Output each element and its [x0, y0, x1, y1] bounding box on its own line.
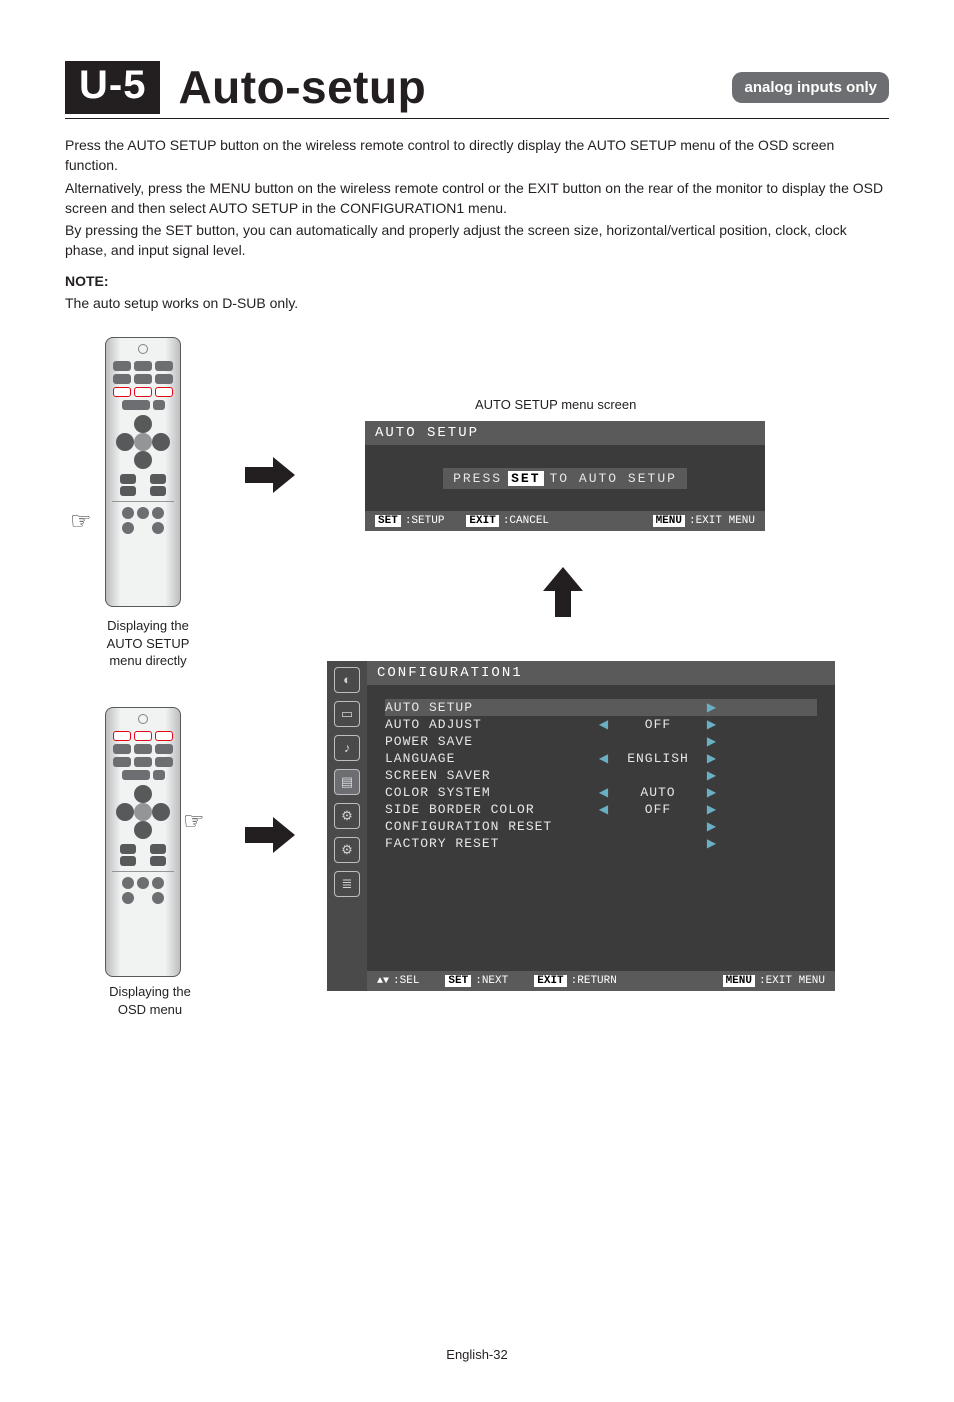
osd-conf-row-label: AUTO SETUP [385, 700, 595, 715]
remote-ir-window [138, 714, 148, 724]
osd-conf-row: POWER SAVE ▶ [385, 733, 817, 750]
osd-conf-row: SIDE BORDER COLOR◀OFF▶ [385, 801, 817, 818]
body-text: Press the AUTO SETUP button on the wirel… [65, 135, 889, 313]
press-prefix: PRESS [453, 471, 502, 486]
side-icon-config2: ⚙ [334, 803, 360, 829]
osd-conf-row: CONFIGURATION RESET ▶ [385, 818, 817, 835]
hand-pointer-icon: ☜ [70, 507, 92, 536]
set-chip: SET [375, 515, 401, 527]
osd-conf-row: COLOR SYSTEM◀AUTO▶ [385, 784, 817, 801]
remote-dpad [116, 785, 170, 839]
arrow-right-icon [245, 457, 295, 493]
osd-conf-row-label: LANGUAGE [385, 751, 595, 766]
triangle-left-icon: ◀ [595, 785, 613, 800]
osd-conf-row-label: POWER SAVE [385, 734, 595, 749]
osd-conf-row-value: AUTO [613, 785, 703, 800]
note-body: The auto setup works on D-SUB only. [65, 293, 889, 313]
auto-setup-caption: AUTO SETUP menu screen [475, 397, 636, 412]
menu-label: :EXIT MENU [689, 515, 755, 527]
foot-set-chip: SET [445, 975, 471, 987]
set-label: :SETUP [405, 515, 445, 527]
osd-conf-row: AUTO ADJUST◀OFF▶ [385, 716, 817, 733]
foot-menu-label: :EXIT MENU [759, 975, 825, 987]
side-icon-advanced: ≣ [334, 871, 360, 897]
press-suffix: TO AUTO SETUP [550, 471, 677, 486]
side-icon-picture: ◐ [334, 667, 360, 693]
triangle-left-icon: ◀ [595, 802, 613, 817]
triangle-right-icon: ▶ [703, 819, 721, 834]
foot-exit-label: :RETURN [571, 975, 617, 987]
triangle-right-icon: ▶ [703, 700, 721, 715]
osd-conf-row: SCREEN SAVER ▶ [385, 767, 817, 784]
osd-auto-titlebar: AUTO SETUP [365, 421, 765, 445]
foot-sel: :SEL [393, 975, 419, 987]
section-code-badge: U-5 [65, 61, 160, 114]
arrow-up-icon [543, 567, 583, 617]
figure-area: ☜ Displaying the AUTO SETUP menu directl… [65, 347, 885, 1047]
foot-menu-chip: MENU [723, 975, 755, 987]
triangle-left-icon: ◀ [595, 751, 613, 766]
foot-exit-chip: EXIT [534, 975, 566, 987]
triangle-right-icon: ▶ [703, 734, 721, 749]
remote-top [105, 337, 181, 607]
osd-conf-row-value: OFF [613, 802, 703, 817]
osd-conf-titlebar: CONFIGURATION1 [367, 661, 835, 685]
triangle-right-icon: ▶ [703, 802, 721, 817]
side-icon-config1: ▤ [334, 769, 360, 795]
osd-conf-row-label: FACTORY RESET [385, 836, 595, 851]
arrow-right-icon [245, 817, 295, 853]
remote-bottom [105, 707, 181, 977]
osd-conf-row-value: OFF [613, 717, 703, 732]
osd-side-icons: ◐ ▭ ♪ ▤ ⚙ ⚙ ≣ [327, 661, 367, 991]
side-icon-audio: ♪ [334, 735, 360, 761]
analog-only-pill: analog inputs only [732, 72, 889, 103]
menu-chip: MENU [653, 515, 685, 527]
osd-conf-row-label: CONFIGURATION RESET [385, 819, 595, 834]
page-header: U-5 Auto-setup analog inputs only [65, 60, 889, 119]
remote-dpad [116, 415, 170, 469]
side-icon-config3: ⚙ [334, 837, 360, 863]
osd-conf-footer: ▲▼:SEL SET:NEXT EXIT:RETURN MENU:EXIT ME… [367, 971, 835, 991]
triangle-right-icon: ▶ [703, 751, 721, 766]
osd-auto-footer: SET :SETUP EXIT :CANCEL MENU :EXIT MENU [365, 511, 765, 531]
remote-top-caption: Displaying the AUTO SETUP menu directly [93, 617, 203, 670]
osd-conf-row: FACTORY RESET ▶ [385, 835, 817, 852]
triangle-right-icon: ▶ [703, 836, 721, 851]
press-set-chip: SET [508, 471, 543, 486]
remote-ir-window [138, 344, 148, 354]
paragraph-3: By pressing the SET button, you can auto… [65, 220, 889, 261]
paragraph-2: Alternatively, press the MENU button on … [65, 178, 889, 219]
osd-auto-setup-panel: AUTO SETUP PRESS SET TO AUTO SETUP SET :S… [365, 421, 765, 531]
triangle-right-icon: ▶ [703, 717, 721, 732]
osd-conf-row-label: COLOR SYSTEM [385, 785, 595, 800]
section-title: Auto-setup [178, 60, 732, 114]
side-icon-screen: ▭ [334, 701, 360, 727]
triangle-right-icon: ▶ [703, 768, 721, 783]
osd-conf-row-label: SCREEN SAVER [385, 768, 595, 783]
osd-conf-row-label: AUTO ADJUST [385, 717, 595, 732]
osd-conf-row: LANGUAGE◀ENGLISH▶ [385, 750, 817, 767]
hand-pointer-icon: ☞ [183, 807, 205, 836]
foot-set-label: :NEXT [475, 975, 508, 987]
triangle-right-icon: ▶ [703, 785, 721, 800]
exit-chip: EXIT [466, 515, 498, 527]
osd-configuration1-panel: ◐ ▭ ♪ ▤ ⚙ ⚙ ≣ CONFIGURATION1 AUTO SETUP ▶… [327, 661, 835, 991]
osd-auto-press-line: PRESS SET TO AUTO SETUP [443, 468, 687, 489]
osd-conf-menu: AUTO SETUP▶AUTO ADJUST◀OFF▶POWER SAVE▶LA… [367, 685, 835, 971]
osd-conf-row-value: ENGLISH [613, 751, 703, 766]
exit-label: :CANCEL [503, 515, 549, 527]
osd-conf-row-label: SIDE BORDER COLOR [385, 802, 595, 817]
osd-conf-row: AUTO SETUP ▶ [385, 699, 817, 716]
note-label: NOTE: [65, 271, 889, 291]
triangle-left-icon: ◀ [595, 717, 613, 732]
remote-bottom-caption: Displaying the OSD menu [95, 983, 205, 1018]
paragraph-1: Press the AUTO SETUP button on the wirel… [65, 135, 889, 176]
